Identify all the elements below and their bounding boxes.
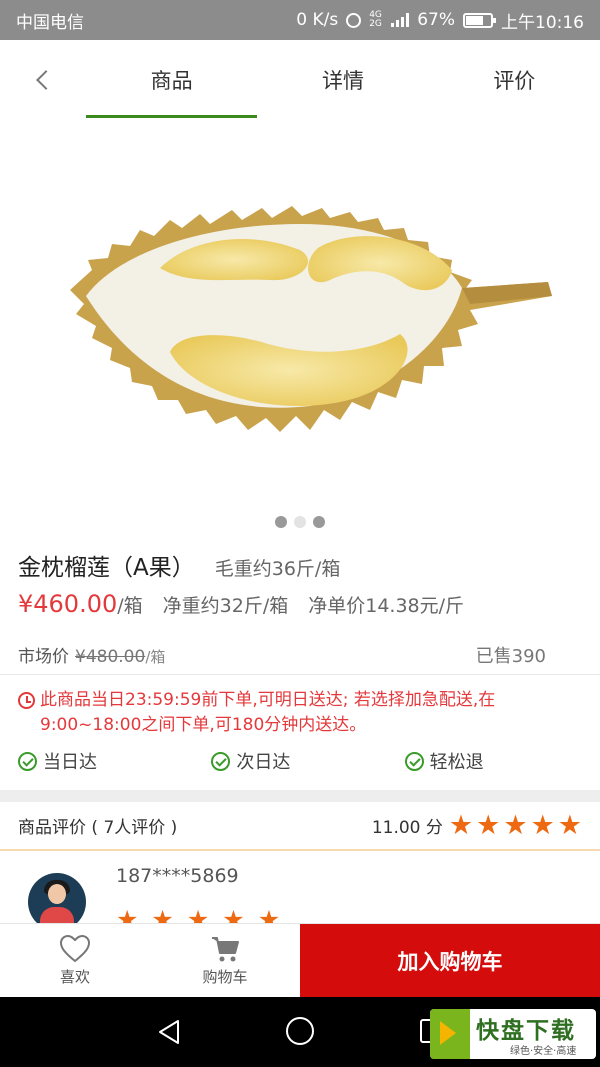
unit-price: 净单价14.38元/斤 [308,595,465,617]
market-row: 市场价 ¥480.00 /箱 已售390 [18,642,546,668]
chevron-left-icon [36,70,56,90]
status-bar: 中国电信 0 K/s 4G 2G 67% 上午10:16 [0,0,600,40]
battery-percent: 67% [417,10,455,30]
tab-product-label: 商品 [150,69,193,93]
reviews-score: 11.00 分 [371,817,443,838]
product-gallery[interactable] [0,120,600,542]
star-icon: ★ [476,809,501,841]
star-icon: ★ [222,905,245,923]
top-nav: 商品 详情 评价 [0,40,600,120]
check-circle-icon [211,751,231,771]
feature-label: 轻松退 [429,752,484,773]
add-to-cart-label: 加入购物车 [397,949,503,974]
star-icon: ★ [116,905,139,923]
carrier-name: 中国电信 [16,12,84,33]
back-button[interactable] [0,40,86,120]
tab-details[interactable]: 详情 [257,40,428,120]
star-icon: ★ [530,809,555,841]
title-row: 金枕榴莲（A果） 毛重约36斤/箱 [18,548,340,582]
star-icon: ★ [557,809,582,841]
cart-icon [212,937,239,962]
reviewer-name: 187****5869 [116,865,239,887]
watermark-icon [430,1009,470,1059]
gross-weight: 毛重约36斤/箱 [214,558,341,580]
alarm-icon [346,12,362,28]
reviews-header[interactable]: 商品评价 ( 7人评价 ) 11.00 分 ★ ★ ★ ★ ★ [0,802,600,848]
star-icon: ★ [151,905,174,923]
price-row: ¥460.00 /箱 净重约32斤/箱 净单价14.38元/斤 [18,590,484,618]
feature-label: 当日达 [43,752,97,773]
network-type: 4G 2G [369,10,382,29]
battery-level [466,15,484,25]
delivery-notice-text: 此商品当日23:59:59前下单,可明日送达; 若选择加急配送,在9:00~18… [40,690,496,735]
avatar [28,873,86,923]
star-icon: ★ [503,809,528,841]
feature-easy-return: 轻松退 [404,748,598,774]
section-divider [0,790,600,802]
star-icon: ★ [186,905,210,923]
reviews-stars: ★ ★ ★ ★ ★ [449,812,582,839]
status-icons: 0 K/s 4G 2G 67% 上午10:16 [296,8,584,33]
review-stars: ★ ★ ★ ★ ★ [116,906,280,923]
favorite-button[interactable]: 喜欢 [0,924,150,997]
watermark-logo: 快盘下载 绿色·安全·高速 [430,1009,596,1059]
favorite-label: 喜欢 [59,968,90,986]
watermark-title: 快盘下载 [476,1018,576,1044]
battery-icon [463,12,496,28]
product-title: 金枕榴莲（A果） [18,555,195,581]
reviews-title: 商品评价 ( 7人评价 ) [18,817,178,838]
check-circle-icon [404,751,424,771]
star-icon: ★ [257,905,281,923]
nav-home-icon[interactable] [286,1017,314,1045]
sold-count: 已售390 [475,646,546,667]
cart-label: 购物车 [202,968,248,986]
feature-label: 次日达 [236,752,291,773]
cart-button[interactable]: 购物车 [150,924,300,997]
feature-same-day: 当日达 [18,748,211,774]
star-icon: ★ [448,809,474,841]
price-unit: /箱 [117,595,143,617]
gallery-dot[interactable] [294,516,306,528]
tab-details-label: 详情 [321,69,364,93]
signal-icon [391,13,410,27]
gallery-indicator [0,516,600,528]
delivery-notice: 此商品当日23:59:59前下单,可明日送达; 若选择加急配送,在9:00~18… [18,688,570,738]
gallery-dot[interactable] [275,516,287,528]
market-price: ¥480.00 [75,647,146,667]
net-weight: 净重约32斤/箱 [162,595,289,617]
market-price-label: 市场价 [18,647,69,667]
heart-icon [59,934,91,963]
product-price: ¥460.00 [18,590,118,618]
service-features: 当日达 次日达 轻松退 [18,748,598,774]
check-circle-icon [18,751,37,771]
nav-back-icon[interactable] [156,1019,182,1045]
divider [0,674,600,675]
bottom-action-bar: 喜欢 购物车 加入购物车 [0,923,600,997]
tab-reviews-label: 评价 [493,69,536,93]
review-item: 187****5869 ★ ★ ★ ★ ★ [0,851,600,923]
durian-image [70,206,552,432]
add-to-cart-button[interactable]: 加入购物车 [300,924,600,997]
feature-next-day: 次日达 [211,748,404,774]
clock-icon [18,692,35,709]
clock-time: 上午10:16 [501,12,584,33]
gallery-dot[interactable] [313,516,325,528]
tab-reviews[interactable]: 评价 [429,40,600,120]
market-unit: /箱 [145,648,166,666]
tab-product[interactable]: 商品 [86,40,258,120]
watermark-slogan: 绿色·安全·高速 [510,1046,577,1057]
network-speed: 0 K/s [296,10,339,30]
